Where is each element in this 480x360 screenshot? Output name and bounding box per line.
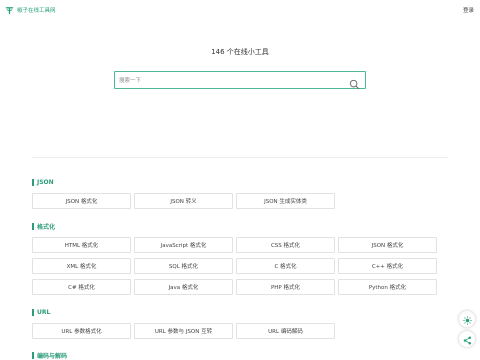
tool-json-format[interactable]: JSON 格式化 xyxy=(32,193,131,209)
search-icon[interactable] xyxy=(349,75,360,90)
brand-name: 椒子在线工具网 xyxy=(17,8,56,14)
tool-javascript-format[interactable]: JavaScript 格式化 xyxy=(134,237,233,253)
tool-json-escape[interactable]: JSON 转义 xyxy=(134,193,233,209)
search-input[interactable] xyxy=(119,74,343,87)
tool-cpp-format[interactable]: C++ 格式化 xyxy=(338,258,437,274)
section-title-text: 格式化 xyxy=(37,223,56,231)
tool-sql-format[interactable]: SQL 格式化 xyxy=(134,258,233,274)
section-title-text: JSON xyxy=(37,178,54,186)
tool-row: URL 参数格式化 URL 参数与 JSON 互转 URL 编码解码 xyxy=(32,323,335,339)
section-title-format: 格式化 xyxy=(32,221,55,231)
section-title-encoding: 编码与解码 xyxy=(32,350,67,360)
tool-xml-format[interactable]: XML 格式化 xyxy=(32,258,131,274)
tool-java-format[interactable]: Java 格式化 xyxy=(134,279,233,295)
section-marker xyxy=(32,178,34,186)
theme-toggle-button[interactable] xyxy=(459,311,475,327)
sun-icon xyxy=(462,310,472,329)
page-title: 146 个在线小工具 xyxy=(211,48,269,56)
tool-json-format-2[interactable]: JSON 格式化 xyxy=(338,237,437,253)
tool-url-params-json[interactable]: URL 参数与 JSON 互转 xyxy=(134,323,233,339)
tool-url-encode-decode[interactable]: URL 编码解码 xyxy=(236,323,335,339)
share-icon xyxy=(463,330,472,349)
divider xyxy=(32,157,448,158)
tool-json-to-class[interactable]: JSON 生成实体类 xyxy=(236,193,335,209)
section-marker xyxy=(32,222,34,230)
tool-c-format[interactable]: C 格式化 xyxy=(236,258,335,274)
tool-row: JSON 格式化 JSON 转义 JSON 生成实体类 xyxy=(32,193,335,209)
section-title-url: URL xyxy=(32,307,50,317)
brand[interactable]: 椒子在线工具网 xyxy=(4,5,56,15)
tool-csharp-format[interactable]: C# 格式化 xyxy=(32,279,131,295)
tool-row: C# 格式化 Java 格式化 PHP 格式化 Python 格式化 xyxy=(32,279,437,295)
tool-css-format[interactable]: CSS 格式化 xyxy=(236,237,335,253)
section-marker xyxy=(32,351,34,359)
tree-logo-icon xyxy=(4,5,14,15)
top-header: 椒子在线工具网 登录 xyxy=(0,0,480,20)
section-marker xyxy=(32,308,34,316)
tool-php-format[interactable]: PHP 格式化 xyxy=(236,279,335,295)
section-title-text: URL xyxy=(37,308,51,316)
share-button[interactable] xyxy=(459,331,475,347)
tool-row: HTML 格式化 JavaScript 格式化 CSS 格式化 JSON 格式化 xyxy=(32,237,437,253)
tool-python-format[interactable]: Python 格式化 xyxy=(338,279,437,295)
tool-row: XML 格式化 SQL 格式化 C 格式化 C++ 格式化 xyxy=(32,258,437,274)
section-title-text: 编码与解码 xyxy=(37,352,68,360)
tool-html-format[interactable]: HTML 格式化 xyxy=(32,237,131,253)
tool-url-params-format[interactable]: URL 参数格式化 xyxy=(32,323,131,339)
section-title-json: JSON xyxy=(32,177,54,187)
search-box xyxy=(114,71,366,90)
login-link[interactable]: 登录 xyxy=(463,6,474,14)
